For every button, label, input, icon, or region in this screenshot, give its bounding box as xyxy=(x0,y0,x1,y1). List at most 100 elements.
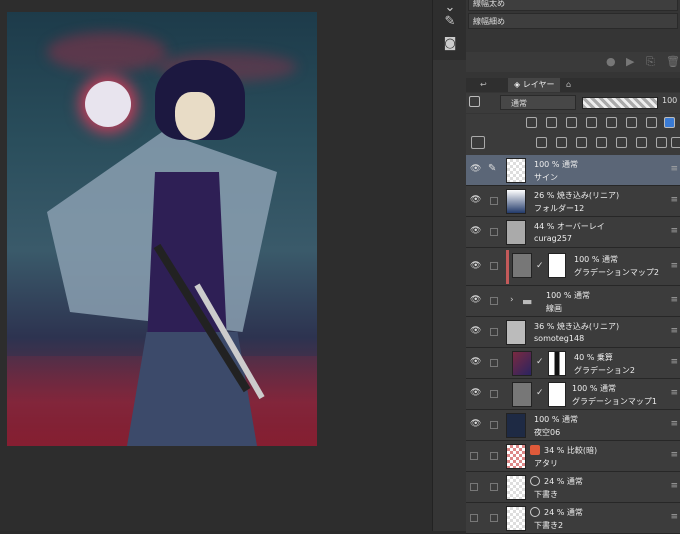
opacity-value[interactable]: 100 xyxy=(662,96,677,105)
eye-icon[interactable]: 👁 xyxy=(470,196,481,205)
check-icon: ✓ xyxy=(536,357,544,367)
folder-icon: ▬ xyxy=(522,295,533,308)
blend-mode-select[interactable]: 通常 xyxy=(500,95,576,110)
ruler-icon[interactable] xyxy=(646,117,657,128)
eye-icon[interactable]: 👁 xyxy=(470,389,481,398)
layer-thumbnail xyxy=(506,506,526,531)
layer-name: アタリ xyxy=(534,459,558,468)
layer-type-icon xyxy=(530,445,540,455)
eye-icon[interactable]: 👁 xyxy=(470,262,481,271)
layer-row[interactable]: 👁 100 % 通常 夜空06 ≡ xyxy=(466,410,680,441)
lock-transparent-icon[interactable] xyxy=(606,117,617,128)
layer-opacity-blend: 44 % オーバーレイ xyxy=(534,222,605,231)
layer-row[interactable]: 👁 44 % オーバーレイ curag257 ≡ xyxy=(466,217,680,248)
mask-icon[interactable] xyxy=(626,117,637,128)
layer-row[interactable]: 24 % 通常 下書き2 ≡ xyxy=(466,503,680,534)
reference-icon[interactable] xyxy=(546,117,557,128)
menu-icon[interactable]: ≡ xyxy=(670,165,678,174)
layer-row[interactable]: 👁 36 % 焼き込み(リニア) somoteg148 ≡ xyxy=(466,317,680,348)
eye-icon[interactable]: 👁 xyxy=(470,358,481,367)
layer-checkbox[interactable] xyxy=(490,390,498,398)
menu-icon[interactable]: ≡ xyxy=(670,482,678,491)
layer-color-icon[interactable] xyxy=(469,96,480,107)
tab-navigator-icon[interactable]: ⌂ xyxy=(566,78,571,92)
layer-checkbox[interactable] xyxy=(490,262,498,270)
export-icon[interactable]: ⎘ xyxy=(646,55,655,69)
layer-property-icon[interactable]: ◙ xyxy=(441,36,459,52)
palette-icon[interactable] xyxy=(471,136,485,149)
opacity-slider[interactable] xyxy=(582,97,658,109)
menu-icon[interactable]: ≡ xyxy=(670,451,678,460)
layer-thumbnail xyxy=(506,475,526,500)
playback-bar: ● ▶ ⎘ 🗑 xyxy=(466,52,680,72)
menu-icon[interactable]: ≡ xyxy=(670,296,678,305)
delete-mask-icon[interactable] xyxy=(656,137,667,148)
merge-down-icon[interactable] xyxy=(616,137,627,148)
layer-mask-icon[interactable] xyxy=(636,137,647,148)
brush-settings-icon[interactable]: ✎ xyxy=(441,14,459,30)
dot-icon[interactable]: ● xyxy=(606,55,616,68)
menu-icon[interactable]: ≡ xyxy=(670,227,678,236)
menu-icon[interactable]: ≡ xyxy=(670,327,678,336)
layer-thumbnail xyxy=(512,351,532,376)
brush-size-thin[interactable]: 線幅細め xyxy=(468,13,678,29)
menu-icon[interactable]: ≡ xyxy=(670,420,678,429)
chevron-right-icon[interactable]: › xyxy=(510,295,514,305)
layer-thumbnail xyxy=(506,189,526,214)
clip-icon[interactable] xyxy=(526,117,537,128)
layer-row[interactable]: 👁 26 % 焼き込み(リニア) フォルダー12 ≡ xyxy=(466,186,680,217)
eye-icon[interactable]: 👁 xyxy=(470,327,481,336)
eye-icon[interactable]: 👁 xyxy=(470,165,481,174)
menu-icon[interactable]: ≡ xyxy=(670,358,678,367)
draft-icon[interactable] xyxy=(566,117,577,128)
layer-checkbox[interactable] xyxy=(490,421,498,429)
layer-checkbox[interactable] xyxy=(490,328,498,336)
layer-row[interactable]: 👁 › ▬ 100 % 通常 線画 ≡ xyxy=(466,286,680,317)
menu-icon[interactable]: ≡ xyxy=(670,262,678,271)
layer-name: somoteg148 xyxy=(534,334,585,343)
layer-opacity-blend: 24 % 通常 xyxy=(544,477,583,486)
layer-row[interactable]: 34 % 比較(暗) アタリ ≡ xyxy=(466,441,680,472)
layer-visibility-checkbox[interactable] xyxy=(470,514,478,522)
new-vector-layer-icon[interactable] xyxy=(556,137,567,148)
layer-visibility-checkbox[interactable] xyxy=(470,483,478,491)
tab-layers[interactable]: ◈ レイヤー xyxy=(508,78,561,92)
layer-checkbox[interactable] xyxy=(490,197,498,205)
layer-opacity-blend: 100 % 通常 xyxy=(574,255,618,264)
layer-checkbox[interactable] xyxy=(490,297,498,305)
copy-layer-icon[interactable] xyxy=(596,137,607,148)
layer-thumbnail xyxy=(512,382,532,407)
layer-checkbox[interactable] xyxy=(490,514,498,522)
layer-opacity-blend: 100 % 通常 xyxy=(534,415,578,424)
menu-icon[interactable]: ≡ xyxy=(670,196,678,205)
layer-visibility-checkbox[interactable] xyxy=(470,452,478,460)
play-icon[interactable]: ▶ xyxy=(626,55,634,68)
color-swatch-icon[interactable] xyxy=(664,117,675,128)
tab-history-icon[interactable]: ↩ xyxy=(480,78,487,92)
layer-name: 下書き2 xyxy=(534,521,564,530)
delete-layer-icon[interactable] xyxy=(671,137,680,148)
layer-row[interactable]: 👁 ✎ 100 % 通常 サイン ≡ xyxy=(466,155,680,186)
layer-checkbox[interactable] xyxy=(490,452,498,460)
tool-side-strip: ⌄ ✎ ◙ xyxy=(433,0,466,60)
layer-checkbox[interactable] xyxy=(490,228,498,236)
eye-icon[interactable]: 👁 xyxy=(470,227,481,236)
eye-icon[interactable]: 👁 xyxy=(470,296,481,305)
layer-checkbox[interactable] xyxy=(490,359,498,367)
layers-icon: ◈ xyxy=(514,80,523,89)
brush-size-thick[interactable]: 線幅太め xyxy=(468,0,678,11)
eye-icon[interactable]: 👁 xyxy=(470,420,481,429)
new-raster-layer-icon[interactable] xyxy=(536,137,547,148)
lock-icon[interactable] xyxy=(586,117,597,128)
trash-icon[interactable]: 🗑 xyxy=(666,55,680,68)
layer-row[interactable]: 👁 ✓ 40 % 乗算 グラデーション2 ≡ xyxy=(466,348,680,379)
layer-row[interactable]: 24 % 通常 下書き ≡ xyxy=(466,472,680,503)
layer-row[interactable]: 👁 ✓ 100 % 通常 グラデーションマップ2 ≡ xyxy=(466,248,680,286)
menu-icon[interactable]: ≡ xyxy=(670,513,678,522)
artwork-canvas[interactable] xyxy=(7,12,317,446)
new-folder-icon[interactable] xyxy=(576,137,587,148)
layer-row[interactable]: 👁 ✓ 100 % 通常 グラデーションマップ1 ≡ xyxy=(466,379,680,410)
canvas-area[interactable] xyxy=(0,0,432,531)
menu-icon[interactable]: ≡ xyxy=(670,389,678,398)
layer-checkbox[interactable] xyxy=(490,483,498,491)
